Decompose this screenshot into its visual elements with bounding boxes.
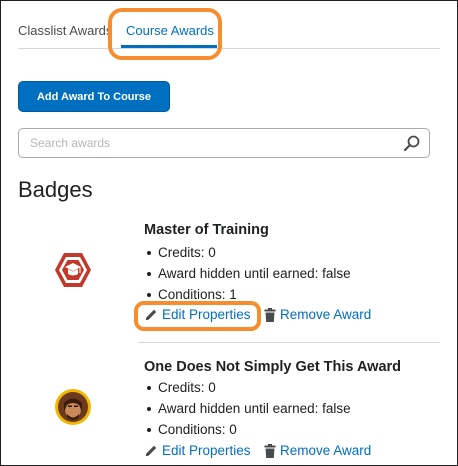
search-box — [18, 128, 430, 158]
tab-course-awards[interactable]: Course Awards — [126, 23, 214, 38]
award-hidden-status: Award hidden until earned: false — [144, 398, 351, 419]
tab-bar: Classlist Awards Course Awards — [18, 1, 440, 49]
trash-icon — [264, 443, 276, 458]
remove-award-link[interactable]: Remove Award — [264, 443, 371, 458]
section-title-badges: Badges — [18, 177, 93, 202]
award-divider — [138, 342, 440, 343]
award-credits: Credits: 0 — [144, 377, 351, 398]
award-details-list: Credits: 0 Award hidden until earned: fa… — [144, 242, 351, 305]
award-details-list: Credits: 0 Award hidden until earned: fa… — [144, 377, 351, 440]
edit-properties-label: Edit Properties — [162, 307, 251, 322]
pencil-icon — [146, 309, 157, 320]
add-award-button[interactable]: Add Award To Course — [18, 81, 170, 112]
pencil-icon — [146, 445, 157, 456]
edit-properties-link[interactable]: Edit Properties — [144, 307, 251, 322]
edit-properties-label: Edit Properties — [162, 443, 251, 458]
award-conditions: Conditions: 1 — [144, 284, 351, 305]
remove-award-label: Remove Award — [280, 443, 372, 458]
tab-classlist-awards[interactable]: Classlist Awards — [18, 23, 112, 38]
edit-properties-link[interactable]: Edit Properties — [144, 443, 251, 458]
award-conditions: Conditions: 0 — [144, 419, 351, 440]
remove-award-label: Remove Award — [280, 307, 372, 322]
trash-icon — [264, 307, 276, 322]
remove-award-link[interactable]: Remove Award — [264, 307, 371, 322]
search-input[interactable] — [19, 129, 400, 157]
award-name: Master of Training — [144, 222, 269, 238]
award-hidden-status: Award hidden until earned: false — [144, 263, 351, 284]
search-icon[interactable] — [403, 134, 421, 152]
active-tab-indicator — [121, 45, 217, 48]
graduation-cap-hexagon-badge-icon — [55, 253, 91, 287]
award-credits: Credits: 0 — [144, 242, 351, 263]
portrait-circle-badge-icon — [55, 389, 91, 425]
course-awards-panel: Classlist Awards Course Awards Add Award… — [0, 0, 458, 466]
award-name: One Does Not Simply Get This Award — [144, 359, 402, 375]
